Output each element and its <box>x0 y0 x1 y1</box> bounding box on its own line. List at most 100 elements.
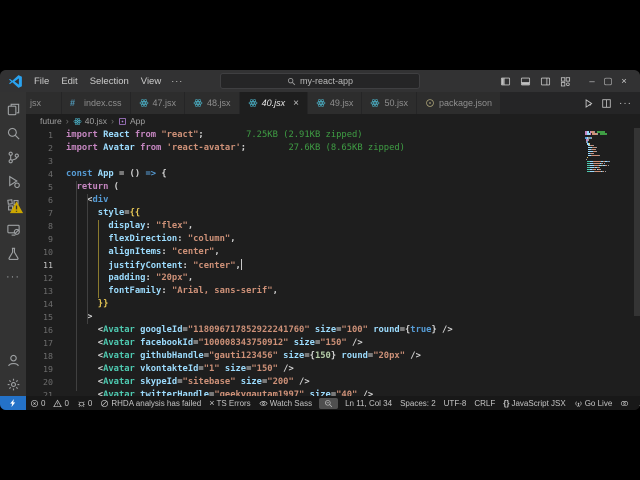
window-controls: – ▢ × <box>584 76 632 87</box>
breadcrumb-item[interactable]: future <box>40 116 62 126</box>
activitybar-more-icon[interactable]: ··· <box>0 265 26 289</box>
code-line[interactable]: 21 <Avatar twitterHandle="geekygautam199… <box>26 389 640 396</box>
tab-49.jsx[interactable]: 49.jsx <box>308 92 363 114</box>
line-number: 2 <box>26 142 66 155</box>
command-search-box[interactable]: my-react-app <box>220 73 420 89</box>
line-number: 13 <box>26 285 66 298</box>
status-prettier[interactable]: Prettier <box>633 399 640 408</box>
more-actions-icon[interactable]: ··· <box>619 98 632 109</box>
code-line[interactable]: 11 justifyContent: "center", <box>26 259 640 272</box>
status-rhda-analysis-has-failed[interactable]: RHDA analysis has failed <box>96 399 205 408</box>
toggle-panel-icon[interactable] <box>520 76 531 87</box>
editor-actions: ··· <box>575 92 640 114</box>
code-line[interactable]: 17 <Avatar facebookId="100008343750912" … <box>26 337 640 350</box>
line-number: 4 <box>26 168 66 181</box>
menu-bar: FileEditSelectionView <box>29 75 166 88</box>
menu-edit[interactable]: Edit <box>56 75 82 88</box>
code-line[interactable]: 8 display: "flex", <box>26 220 640 233</box>
customize-layout-icon[interactable] <box>560 76 571 87</box>
code-line[interactable]: 13 fontFamily: "Arial, sans-serif", <box>26 285 640 298</box>
code-line[interactable]: 12 padding: "20px", <box>26 272 640 285</box>
code-line[interactable]: 6 <div <box>26 194 640 207</box>
breadcrumb-item[interactable]: App <box>118 116 145 126</box>
run-debug-icon <box>6 174 21 189</box>
code-line[interactable]: 16 <Avatar googleId="1180967178529222417… <box>26 324 640 337</box>
breadcrumb-separator: › <box>111 116 114 126</box>
code-line[interactable]: 15 > <box>26 311 640 324</box>
status-0[interactable]: 0 <box>73 399 96 408</box>
run-button-icon[interactable] <box>583 98 594 109</box>
code-line[interactable]: 4const App = () => { <box>26 168 640 181</box>
source-control-icon <box>6 150 21 165</box>
code-line[interactable]: 19 <Avatar vkontakteId="1" size="150" /> <box>26 363 640 376</box>
status-magnifier-icon[interactable] <box>319 398 338 409</box>
status-ln-11-col-34[interactable]: Ln 11, Col 34 <box>341 399 396 408</box>
code-line[interactable]: 3 <box>26 155 640 168</box>
minimap[interactable] <box>585 131 615 173</box>
tab-close-icon[interactable]: × <box>293 98 299 109</box>
status-ts-errors[interactable]: ×TS Errors <box>205 398 255 408</box>
activitybar-source-control-icon[interactable] <box>0 145 26 169</box>
status-bar: 000RHDA analysis has failed×TS ErrorsWat… <box>0 396 640 410</box>
toggle-secondary-sidebar-icon[interactable] <box>540 76 551 87</box>
code-line[interactable]: 9 flexDirection: "column", <box>26 233 640 246</box>
status-0[interactable]: 0 <box>49 399 72 408</box>
menu-file[interactable]: File <box>29 75 54 88</box>
code-line[interactable]: 14 }} <box>26 298 640 311</box>
breadcrumb-separator: › <box>66 116 69 126</box>
bracket-pair-guide <box>98 220 99 298</box>
code-line[interactable]: 1import React from "react"; 7.25KB (2.91… <box>26 129 640 142</box>
tab-partial[interactable]: jsx <box>26 92 62 114</box>
code-line[interactable]: 5 return ( <box>26 181 640 194</box>
status-javascript-jsx[interactable]: {}JavaScript JSX <box>499 399 569 408</box>
status-0[interactable]: 0 <box>26 399 49 408</box>
tab-47.jsx[interactable]: 47.jsx <box>131 92 186 114</box>
blocked-circle-icon <box>100 399 109 408</box>
status-go-live[interactable]: Go Live <box>570 399 617 408</box>
status-crlf[interactable]: CRLF <box>470 399 499 408</box>
activitybar-account-icon[interactable] <box>0 348 26 372</box>
activitybar-settings-gear-icon[interactable] <box>0 372 26 396</box>
css-icon: # <box>70 98 80 108</box>
code-line[interactable]: 7 style={{ <box>26 207 640 220</box>
close-button[interactable]: × <box>616 76 632 87</box>
status-circles-icon[interactable] <box>616 399 633 408</box>
remote-indicator[interactable] <box>0 396 26 410</box>
menu-more-button[interactable]: ··· <box>166 75 188 87</box>
search-icon <box>6 126 21 141</box>
activitybar-search-icon[interactable] <box>0 121 26 145</box>
vertical-scrollbar[interactable] <box>634 128 640 316</box>
activitybar-remote-explorer-icon[interactable] <box>0 217 26 241</box>
code-line[interactable]: 2import Avatar from 'react-avatar'; 27.6… <box>26 142 640 155</box>
line-number: 3 <box>26 155 66 168</box>
tab-40.jsx[interactable]: 40.jsx× <box>240 92 308 114</box>
status-spaces-2[interactable]: Spaces: 2 <box>396 399 440 408</box>
code-line[interactable]: 10 alignItems: "center", <box>26 246 640 259</box>
menu-selection[interactable]: Selection <box>85 75 134 88</box>
react-icon <box>73 117 82 126</box>
breadcrumb-item[interactable]: 40.jsx <box>73 116 107 126</box>
menu-view[interactable]: View <box>136 75 166 88</box>
restore-button[interactable]: ▢ <box>600 76 616 87</box>
activitybar-explorer-icon[interactable] <box>0 97 26 121</box>
activitybar-run-debug-icon[interactable] <box>0 169 26 193</box>
split-editor-icon[interactable] <box>601 98 612 109</box>
tab-package.json[interactable]: package.json <box>417 92 501 114</box>
minimize-button[interactable]: – <box>584 76 600 87</box>
status-watch-sass[interactable]: Watch Sass <box>255 399 316 408</box>
activitybar-extensions-icon[interactable] <box>0 193 26 217</box>
status-utf-8[interactable]: UTF-8 <box>440 399 471 408</box>
tab-50.jsx[interactable]: 50.jsx <box>362 92 417 114</box>
text-cursor <box>241 259 242 270</box>
code-line[interactable]: 18 <Avatar githubHandle="gauti123456" si… <box>26 350 640 363</box>
code-editor[interactable]: 1import React from "react"; 7.25KB (2.91… <box>26 128 640 396</box>
toggle-sidebar-icon[interactable] <box>500 76 511 87</box>
tab-bar: jsx#index.css47.jsx48.jsx40.jsx×49.jsx50… <box>26 92 640 114</box>
line-number: 16 <box>26 324 66 337</box>
line-number: 18 <box>26 350 66 363</box>
activitybar-test-beaker-icon[interactable] <box>0 241 26 265</box>
line-number: 8 <box>26 220 66 233</box>
code-line[interactable]: 20 <Avatar skypeId="sitebase" size="200"… <box>26 376 640 389</box>
tab-48.jsx[interactable]: 48.jsx <box>185 92 240 114</box>
tab-index.css[interactable]: #index.css <box>62 92 131 114</box>
